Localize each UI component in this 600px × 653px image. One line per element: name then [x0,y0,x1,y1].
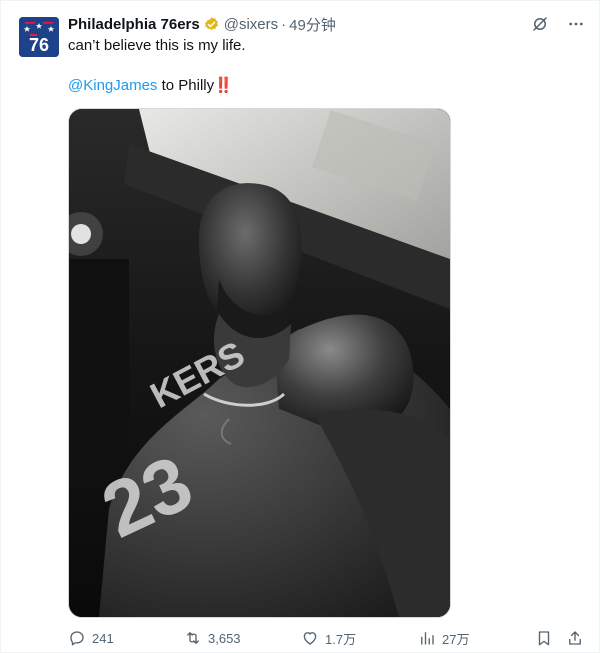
reply-icon [68,629,86,647]
avatar[interactable]: 76 [19,17,59,57]
separator-dot: · [281,15,287,33]
tweet-photo[interactable]: KERS 23 [68,108,451,618]
timestamp[interactable]: 49分钟 [289,14,336,35]
action-bar: 241 3,653 1.7万 27万 [68,626,586,650]
author-handle[interactable]: @sixers [224,16,278,33]
share-icon [566,629,584,647]
tweet-text-after-mention: to Philly [157,77,215,94]
views-count: 27万 [442,631,470,647]
views-button[interactable]: 27万 [418,626,469,650]
mention-link[interactable]: @KingJames [68,77,157,94]
retweet-icon [184,629,202,647]
bookmark-button[interactable] [535,626,553,650]
retweet-count: 3,653 [208,630,241,646]
double-exclamation-emoji: ‼️ [214,77,233,94]
heart-icon [301,629,319,647]
retweet-button[interactable]: 3,653 [184,626,241,650]
sixers-logo-icon: 76 [19,17,59,57]
author-name[interactable]: Philadelphia 76ers [68,16,200,33]
like-count: 1.7万 [325,631,357,647]
reply-button[interactable]: 241 [68,626,114,650]
more-icon[interactable] [566,14,586,34]
share-button[interactable] [566,626,584,650]
photo-player-image: KERS 23 [69,109,450,617]
tweet-header: Philadelphia 76ers @sixers · 49分钟 [68,14,336,34]
top-right-actions [530,14,586,34]
avatar-text: 76 [29,35,49,55]
like-button[interactable]: 1.7万 [301,626,356,650]
tweet-text-line1: can’t believe this is my life. [68,37,246,54]
grok-icon[interactable] [530,14,550,34]
reply-count: 241 [92,630,114,646]
tweet-text-line2: @KingJames to Philly‼️ [68,76,233,96]
bookmark-icon [535,629,553,647]
views-icon [418,629,436,647]
verified-badge-icon [203,16,220,33]
